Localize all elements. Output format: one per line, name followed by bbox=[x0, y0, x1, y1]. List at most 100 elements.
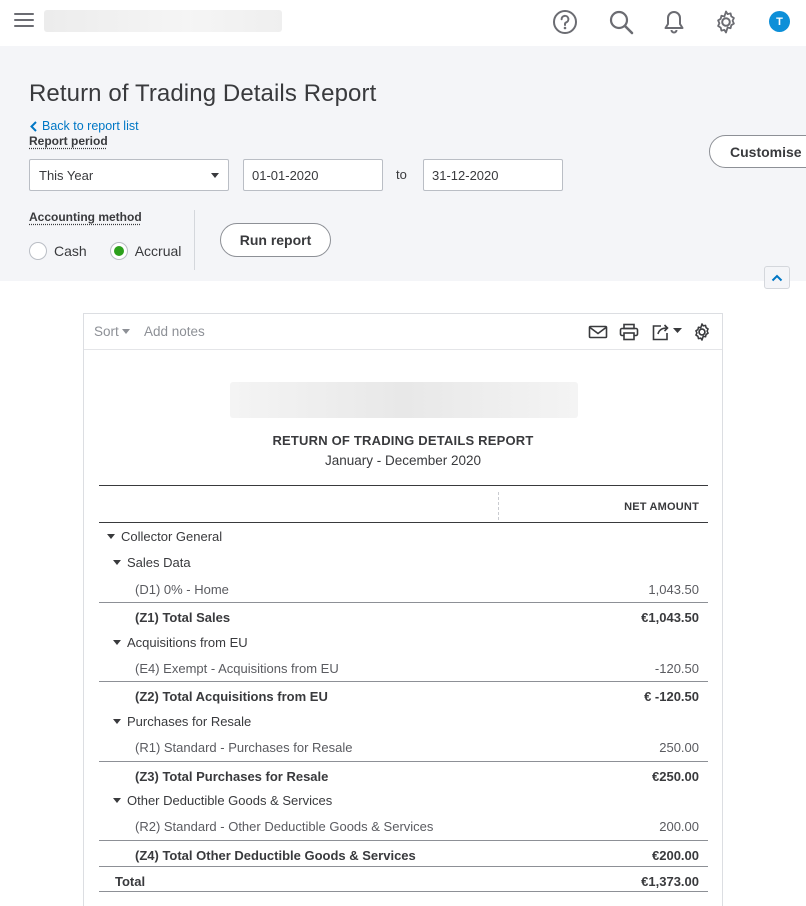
accrual-radio-label: Accrual bbox=[134, 243, 182, 259]
chevron-up-icon bbox=[771, 274, 783, 281]
row-amount[interactable]: 200.00 bbox=[659, 819, 699, 834]
row-label: (E4) Exempt - Acquisitions from EU bbox=[135, 661, 339, 676]
report-title: RETURN OF TRADING DETAILS REPORT bbox=[272, 433, 534, 448]
chevron-down-icon bbox=[211, 172, 219, 178]
row-label-text: (R1) Standard - Purchases for Resale bbox=[135, 740, 353, 756]
row-label: (D1) 0% - Home bbox=[135, 582, 229, 597]
row-amount[interactable]: 250.00 bbox=[659, 740, 699, 755]
row-label: (R1) Standard - Purchases for Resale bbox=[135, 740, 352, 755]
run-report-button[interactable]: Run report bbox=[220, 223, 331, 257]
report-toolbar: Sort Add notes bbox=[84, 314, 722, 350]
start-date-input[interactable] bbox=[243, 159, 383, 191]
report-period-select[interactable]: This Year bbox=[29, 159, 229, 191]
cash-radio-label: Cash bbox=[54, 243, 87, 259]
report-company-name-redacted bbox=[230, 382, 578, 418]
row-label: (R2) Standard - Other Deductible Goods &… bbox=[135, 819, 433, 834]
row-label: (Z2) Total Acquisitions from EU bbox=[135, 689, 328, 704]
row-label-text: Sales Data bbox=[127, 555, 191, 571]
row-label: (Z1) Total Sales bbox=[135, 610, 230, 625]
table-total-row: (Z3) Total Purchases for Resale €250.00 bbox=[99, 760, 708, 787]
table-group-row: Sales Data bbox=[99, 549, 708, 575]
bell-icon[interactable] bbox=[660, 8, 688, 36]
row-label: Collector General bbox=[107, 529, 222, 544]
table-row[interactable]: (R1) Standard - Purchases for Resale 250.… bbox=[99, 734, 708, 760]
row-label-text: Acquisitions from EU bbox=[127, 634, 248, 650]
report-table: NET AMOUNT Collector General Sales Data (D… bbox=[99, 485, 708, 893]
add-notes-link[interactable]: Add notes bbox=[144, 324, 205, 339]
accounting-method-label: Accounting method bbox=[29, 210, 142, 224]
to-label: to bbox=[396, 167, 407, 182]
help-icon[interactable] bbox=[551, 8, 579, 36]
table-group-row: Collector General bbox=[99, 523, 708, 549]
table-group-row: Purchases for Resale bbox=[99, 708, 708, 734]
row-label: Total bbox=[115, 874, 145, 889]
row-label: Acquisitions from EU bbox=[113, 635, 248, 650]
row-label-text: (E4) Exempt - Acquisitions from EU bbox=[135, 660, 339, 676]
row-label-text: Other Deductible Goods & Services bbox=[127, 792, 333, 808]
table-row[interactable]: (E4) Exempt - Acquisitions from EU -120.5… bbox=[99, 655, 708, 681]
chevron-left-icon bbox=[30, 120, 37, 132]
top-bar: T bbox=[0, 0, 806, 46]
report-period-value: This Year bbox=[39, 167, 94, 183]
row-label-text: (Z3) Total Purchases for Resale bbox=[135, 768, 329, 784]
table-total-row: (Z1) Total Sales €1,043.50 bbox=[99, 602, 708, 628]
row-label: (Z3) Total Purchases for Resale bbox=[135, 769, 328, 784]
collapse-panel-button[interactable] bbox=[764, 266, 790, 289]
customise-button[interactable]: Customise bbox=[709, 135, 806, 168]
row-amount[interactable]: -120.50 bbox=[655, 661, 699, 676]
report-period-label: Report period bbox=[29, 134, 108, 148]
row-label: (Z4) Total Other Deductible Goods & Serv… bbox=[135, 848, 416, 863]
report-card: Sort Add notes RETURN OF TRADING DETAILS… bbox=[83, 313, 723, 906]
table-row[interactable]: (D1) 0% - Home 1,043.50 bbox=[99, 576, 708, 602]
row-label-text: (Z4) Total Other Deductible Goods & Serv… bbox=[135, 847, 416, 863]
report-options-panel: Return of Trading Details Report Back to… bbox=[0, 46, 806, 289]
row-label-text: Total bbox=[115, 874, 146, 890]
back-to-report-list-link[interactable]: Back to report list bbox=[29, 119, 139, 133]
chevron-down-icon bbox=[121, 329, 130, 334]
collapse-triangle-icon[interactable] bbox=[113, 560, 121, 566]
collapse-triangle-icon[interactable] bbox=[113, 639, 121, 645]
table-header: NET AMOUNT bbox=[99, 485, 708, 523]
table-total-row: (Z4) Total Other Deductible Goods & Serv… bbox=[99, 839, 708, 866]
back-link-label: Back to report list bbox=[42, 119, 139, 133]
collapse-triangle-icon[interactable] bbox=[113, 718, 121, 724]
export-icon[interactable] bbox=[650, 321, 684, 343]
net-amount-column-header[interactable]: NET AMOUNT bbox=[624, 501, 699, 513]
row-label-text: (Z2) Total Acquisitions from EU bbox=[135, 689, 328, 705]
accounting-method-radio-group: Cash Accrual bbox=[29, 242, 204, 260]
gear-icon[interactable] bbox=[712, 8, 740, 36]
row-label-text: (Z1) Total Sales bbox=[135, 610, 231, 626]
table-total-row: (Z2) Total Acquisitions from EU € -120.50 bbox=[99, 681, 708, 707]
table-group-row: Other Deductible Goods & Services bbox=[99, 787, 708, 813]
row-amount: €200.00 bbox=[652, 847, 699, 863]
row-label-text: (R2) Standard - Other Deductible Goods &… bbox=[135, 819, 434, 835]
row-label-text: (D1) 0% - Home bbox=[135, 581, 229, 597]
company-name-redacted bbox=[44, 10, 282, 32]
collapse-triangle-icon[interactable] bbox=[107, 534, 115, 539]
table-body: Collector General Sales Data (D1) 0% - Hom… bbox=[99, 523, 708, 893]
grand-total-row: Total €1,373.00 bbox=[99, 866, 708, 893]
row-amount: € -120.50 bbox=[644, 689, 699, 705]
settings-icon[interactable] bbox=[690, 321, 714, 343]
menu-icon[interactable] bbox=[14, 13, 34, 29]
cash-radio[interactable] bbox=[29, 242, 47, 260]
row-amount: €250.00 bbox=[652, 768, 699, 784]
accrual-radio[interactable] bbox=[109, 242, 128, 260]
row-label-text: Collector General bbox=[121, 529, 223, 544]
table-row[interactable]: (R2) Standard - Other Deductible Goods &… bbox=[99, 813, 708, 839]
sort-dropdown[interactable]: Sort bbox=[94, 324, 130, 339]
row-label-text: Purchases for Resale bbox=[127, 713, 252, 729]
row-amount: €1,373.00 bbox=[641, 874, 699, 890]
email-icon[interactable] bbox=[586, 321, 610, 343]
divider bbox=[194, 210, 195, 270]
row-amount[interactable]: 1,043.50 bbox=[648, 582, 699, 597]
avatar[interactable]: T bbox=[769, 11, 790, 32]
print-icon[interactable] bbox=[617, 321, 641, 343]
end-date-input[interactable] bbox=[423, 159, 563, 191]
row-label: Other Deductible Goods & Services bbox=[113, 793, 332, 808]
sort-label: Sort bbox=[94, 324, 119, 339]
collapse-triangle-icon[interactable] bbox=[113, 797, 121, 803]
column-resize-handle[interactable] bbox=[498, 492, 499, 520]
search-icon[interactable] bbox=[607, 8, 635, 36]
row-label: Purchases for Resale bbox=[113, 714, 251, 729]
